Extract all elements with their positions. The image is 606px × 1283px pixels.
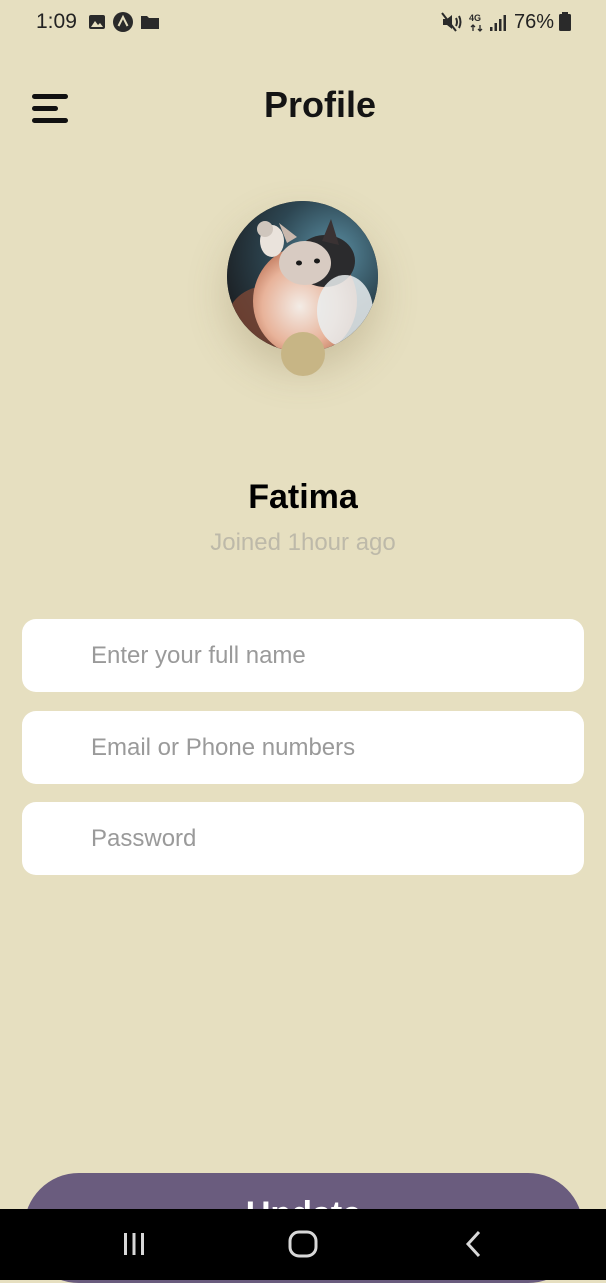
image-icon	[89, 15, 105, 29]
home-icon[interactable]	[287, 1229, 319, 1259]
status-time: 1:09	[36, 10, 77, 33]
svg-text:4G: 4G	[469, 13, 481, 23]
full-name-input[interactable]	[22, 619, 584, 692]
user-name: Fatima	[248, 478, 358, 516]
recents-icon[interactable]	[121, 1229, 147, 1259]
avatar-photo	[227, 201, 378, 352]
password-field	[22, 802, 584, 875]
contact-field	[22, 711, 584, 784]
email-or-phone-input[interactable]	[22, 711, 584, 784]
joined-text: Joined 1hour ago	[210, 529, 396, 556]
avatar[interactable]	[227, 201, 378, 352]
mute-icon	[441, 12, 462, 32]
network-4g-icon: 4G	[469, 13, 483, 32]
app-alert-icon	[113, 12, 133, 32]
battery-icon	[559, 12, 571, 31]
password-input[interactable]	[22, 802, 584, 875]
back-icon[interactable]	[462, 1229, 486, 1259]
full-name-field	[22, 619, 584, 692]
system-nav-bar	[0, 1209, 606, 1280]
page-title: Profile	[263, 84, 377, 125]
status-bar: 1:09 4G 76%	[0, 0, 606, 48]
battery-percent: 76%	[514, 11, 555, 33]
folder-icon	[141, 16, 159, 29]
avatar-edit-button[interactable]	[281, 332, 325, 376]
signal-icon	[490, 15, 506, 31]
